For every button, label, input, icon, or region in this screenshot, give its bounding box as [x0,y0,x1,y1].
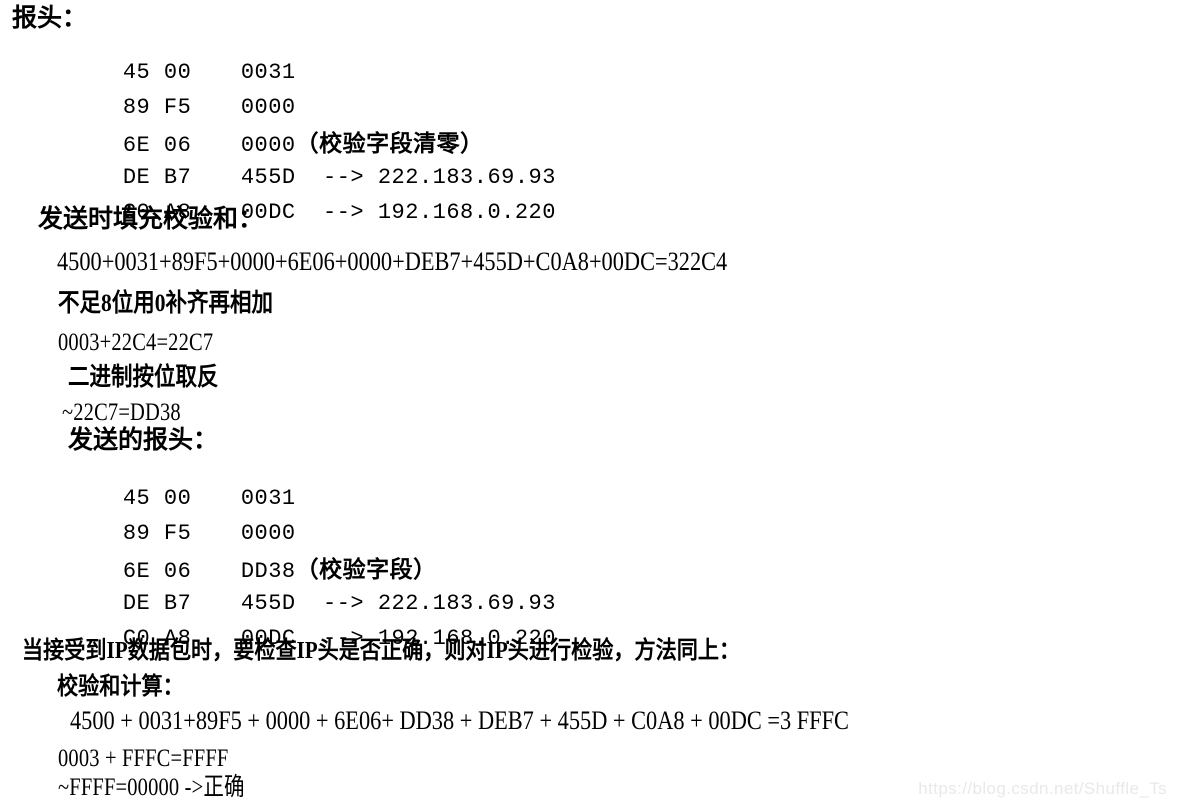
header-value: 00DC --> 192.168.0.220 [240,200,556,225]
watermark: https://blog.csdn.net/Shuffle_Ts [918,779,1167,798]
send-checksum-invert-note: 二进制按位取反 [68,364,219,391]
receive-verify-result-line: ~FFFF=00000 ->正确 [58,774,245,801]
sent-header-title: 发送的报头： [68,427,219,454]
receive-verify-carry-line: 0003 + FFFC=FFFF [58,745,229,772]
send-checksum-invert-line: ~22C7=DD38 [62,399,181,426]
document-body: 报头： 45 00 0031 89 F5 0000 6E 06 0000（校验字段清零… [0,0,1181,805]
original-header-title: 报头： [12,5,88,32]
receive-verify-title: 校验和计算： [57,674,184,700]
send-checksum-carry-line: 0003+22C4=22C7 [58,329,214,356]
receive-verify-intro: 当接受到IP数据包时，要检查IP头是否正确，则对IP头进行检验，方法同上： [22,638,741,664]
send-checksum-title: 发送时填充校验和： [38,206,264,233]
receive-verify-sum-line: 4500 + 0031+89F5 + 0000 + 6E06+ DD38 + D… [70,706,849,735]
send-checksum-carry-note: 不足8位用0补齐再相加 [58,290,274,317]
send-checksum-sum-line: 4500+0031+89F5+0000+6E06+0000+DEB7+455D+… [57,247,728,276]
